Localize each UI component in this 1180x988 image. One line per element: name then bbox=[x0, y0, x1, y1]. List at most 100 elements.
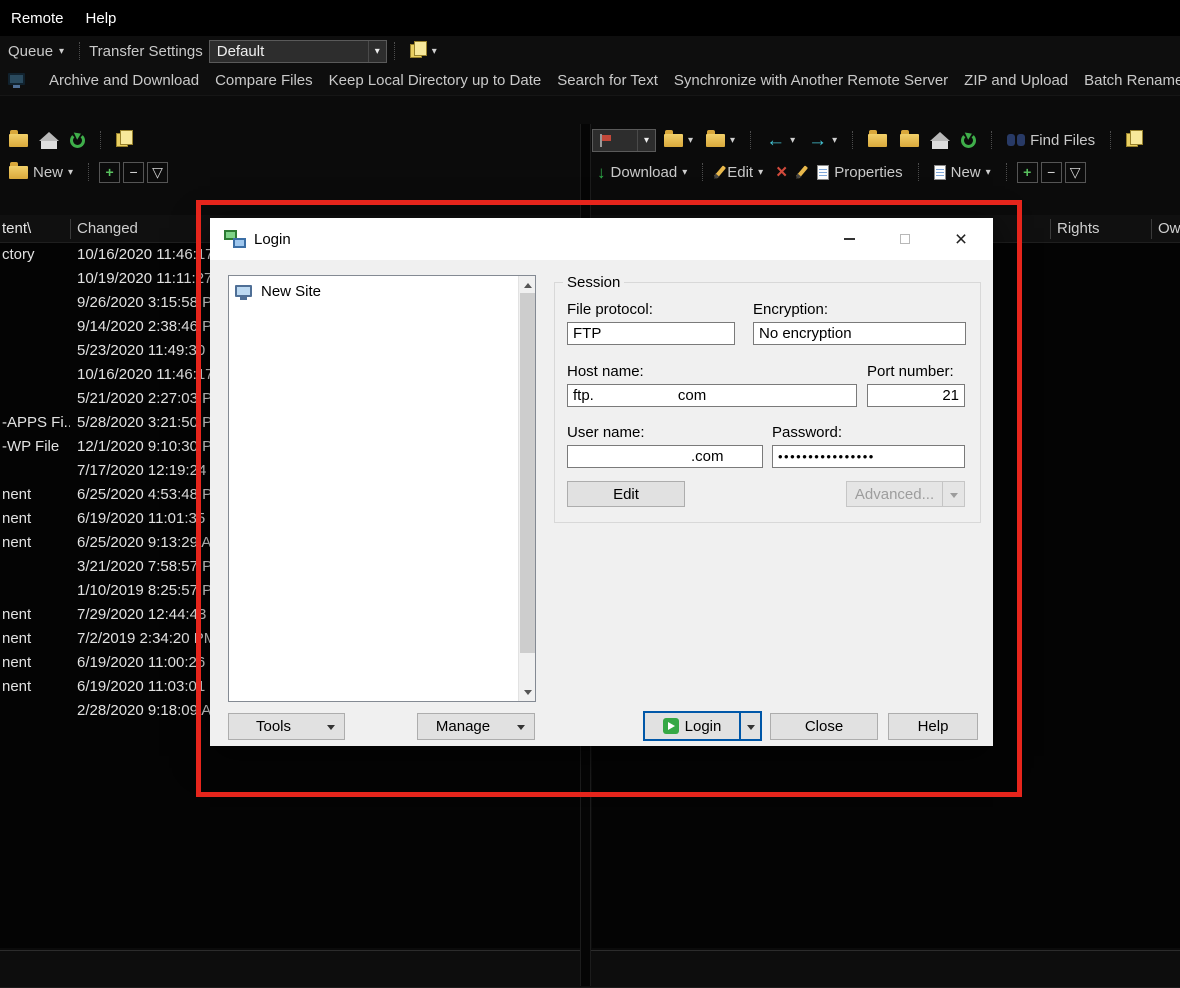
host-name-label: Host name: bbox=[567, 363, 644, 380]
advanced-button[interactable]: Advanced... bbox=[846, 481, 965, 507]
encryption-field[interactable]: No encryption bbox=[753, 322, 966, 345]
column-header-changed[interactable]: Changed bbox=[77, 220, 138, 237]
column-divider[interactable] bbox=[1151, 219, 1152, 239]
bookmark-select[interactable]: ▾ bbox=[592, 129, 656, 152]
delete-button[interactable]: × bbox=[771, 159, 792, 185]
refresh-button[interactable] bbox=[65, 127, 90, 153]
rename-pencil-icon bbox=[796, 165, 808, 178]
select-files-button[interactable]: + bbox=[99, 162, 120, 183]
forward-button[interactable]: → ▾ bbox=[803, 127, 842, 153]
arrow-right-icon: → bbox=[808, 131, 827, 150]
chevron-down-icon: ▾ bbox=[432, 46, 437, 57]
host-name-field[interactable]: ftp. com bbox=[567, 384, 857, 407]
minimize-button[interactable] bbox=[821, 218, 877, 260]
new-menu-button[interactable]: New ▾ bbox=[4, 159, 78, 185]
properties-icon bbox=[817, 165, 829, 180]
file-name-fragment: nent bbox=[0, 603, 70, 627]
command-item[interactable]: Keep Local Directory up to Date bbox=[321, 72, 550, 89]
menu-help[interactable]: Help bbox=[75, 10, 128, 27]
properties-button[interactable]: Properties bbox=[812, 159, 907, 185]
dialog-titlebar[interactable]: Login × bbox=[210, 218, 993, 260]
open-directory-bookmark-button[interactable]: ▾ bbox=[659, 127, 698, 153]
port-number-field[interactable]: 21 bbox=[867, 384, 965, 407]
pages-icon bbox=[1126, 133, 1138, 147]
open-directory-button[interactable] bbox=[4, 127, 33, 153]
remote-file-toolbar: ↓ Download ▾ Edit ▾ × Properties New ▾ +… bbox=[592, 157, 1086, 187]
new-tab-button[interactable] bbox=[111, 127, 137, 153]
home-icon bbox=[41, 141, 57, 149]
chevron-down-icon: ▾ bbox=[368, 41, 386, 62]
command-item[interactable]: ZIP and Upload bbox=[956, 72, 1076, 89]
rename-button[interactable] bbox=[795, 159, 809, 185]
command-item[interactable]: Batch Rename bbox=[1076, 72, 1180, 89]
close-button[interactable]: × bbox=[933, 218, 989, 260]
tree-scrollbar[interactable] bbox=[518, 276, 535, 701]
login-button[interactable]: Login bbox=[645, 713, 739, 739]
refresh-button[interactable] bbox=[956, 127, 981, 153]
local-panel-toolbar bbox=[4, 124, 137, 156]
download-button[interactable]: ↓ Download ▾ bbox=[592, 159, 692, 185]
maximize-button[interactable] bbox=[877, 218, 933, 260]
home-directory-button[interactable] bbox=[927, 127, 953, 153]
column-header-rights[interactable]: Rights bbox=[1057, 220, 1100, 237]
back-button[interactable]: ← ▾ bbox=[761, 127, 800, 153]
parent-directory-button[interactable] bbox=[863, 127, 892, 153]
column-divider[interactable] bbox=[70, 219, 71, 239]
file-name-fragment: ctory bbox=[0, 243, 70, 267]
edit-button[interactable]: Edit ▾ bbox=[713, 159, 768, 185]
unselect-files-button[interactable]: − bbox=[1041, 162, 1062, 183]
unselect-files-button[interactable]: − bbox=[123, 162, 144, 183]
select-files-button[interactable]: + bbox=[1017, 162, 1038, 183]
login-dropdown[interactable] bbox=[741, 713, 760, 739]
close-dialog-button[interactable]: Close bbox=[770, 713, 878, 740]
menu-remote[interactable]: Remote bbox=[0, 10, 75, 27]
remote-panel-toolbar: ▾ ▾ ▾ ← ▾ → ▾ Find Files bbox=[592, 124, 1147, 156]
root-directory-button[interactable] bbox=[895, 127, 924, 153]
file-protocol-field[interactable]: FTP bbox=[567, 322, 735, 345]
transfer-settings-button[interactable]: ▾ bbox=[402, 39, 445, 63]
command-item[interactable]: Search for Text bbox=[549, 72, 666, 89]
file-name-fragment: -WP File bbox=[0, 435, 70, 459]
command-item[interactable]: Synchronize with Another Remote Server bbox=[666, 72, 956, 89]
password-field[interactable]: •••••••••••••••• bbox=[772, 445, 965, 468]
transfer-preset-select[interactable]: Default ▾ bbox=[209, 40, 387, 63]
tree-item-new-site[interactable]: New Site bbox=[232, 280, 321, 302]
encryption-label: Encryption: bbox=[753, 301, 828, 318]
advanced-dropdown[interactable] bbox=[943, 482, 964, 506]
help-button[interactable]: Help bbox=[888, 713, 978, 740]
scrollbar-thumb[interactable] bbox=[520, 293, 535, 653]
site-tree[interactable]: New Site bbox=[228, 275, 536, 702]
scroll-down-button[interactable] bbox=[519, 684, 536, 701]
login-dialog: Login × New Site Session File protocol: bbox=[210, 218, 993, 746]
commands-menu-button[interactable] bbox=[0, 69, 33, 93]
file-changed-value: 10/19/2020 11:11:27 bbox=[77, 267, 212, 291]
file-protocol-label: File protocol: bbox=[567, 301, 653, 318]
directory-tree-button[interactable]: ▾ bbox=[701, 127, 740, 153]
filter-button[interactable]: ▽ bbox=[147, 162, 168, 183]
edit-session-button[interactable]: Edit bbox=[567, 481, 685, 507]
column-header-owner[interactable]: Ow bbox=[1158, 220, 1180, 237]
queue-button[interactable]: Queue ▾ bbox=[0, 39, 72, 63]
user-name-field[interactable]: .com bbox=[567, 445, 763, 468]
scroll-up-button[interactable] bbox=[519, 276, 536, 293]
encryption-value: No encryption bbox=[759, 325, 852, 342]
new-tab-button[interactable] bbox=[1121, 127, 1147, 153]
toolbar-separator bbox=[1006, 163, 1007, 181]
toolbar-separator bbox=[394, 42, 395, 60]
column-divider[interactable] bbox=[1050, 219, 1051, 239]
file-changed-value: 2/28/2020 9:18:09 A bbox=[77, 699, 211, 723]
command-item[interactable]: Archive and Download bbox=[41, 72, 207, 89]
tools-button[interactable]: Tools bbox=[228, 713, 345, 740]
command-item[interactable]: Compare Files bbox=[207, 72, 321, 89]
filter-button[interactable]: ▽ bbox=[1065, 162, 1086, 183]
triangle-down-icon bbox=[747, 725, 755, 734]
queue-toolbar: Queue ▾ Transfer Settings Default ▾ ▾ bbox=[0, 36, 1180, 66]
new-menu-button[interactable]: New ▾ bbox=[929, 159, 996, 185]
file-name-fragment bbox=[0, 315, 70, 339]
home-directory-button[interactable] bbox=[36, 127, 62, 153]
toolbar-separator bbox=[918, 163, 919, 181]
file-name-fragment: nent bbox=[0, 675, 70, 699]
login-label: Login bbox=[685, 718, 722, 735]
manage-button[interactable]: Manage bbox=[417, 713, 535, 740]
find-files-button[interactable]: Find Files bbox=[1002, 127, 1100, 153]
